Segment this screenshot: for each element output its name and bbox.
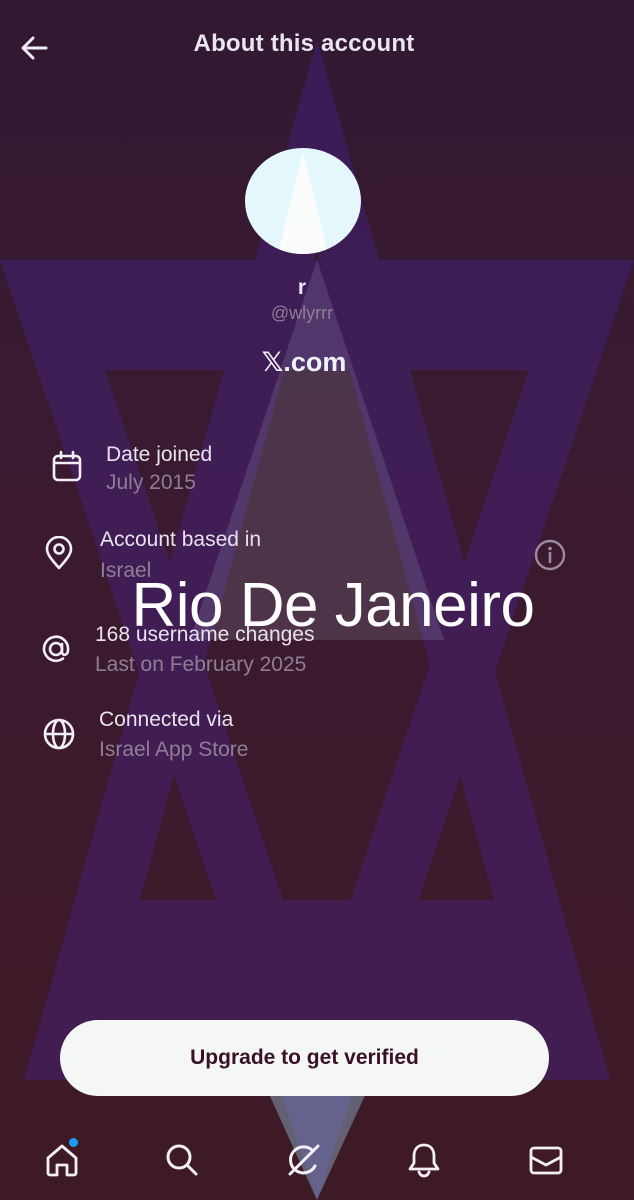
globe-icon [43, 718, 75, 750]
username-changes-value: Last on February 2025 [95, 653, 307, 676]
connected-via-label: Connected via [99, 708, 234, 731]
avatar-image [278, 152, 328, 254]
account-based-in-label: Account based in [100, 528, 262, 551]
mail-icon [529, 1146, 563, 1175]
bell-icon [408, 1143, 440, 1178]
date-joined-row: Date joined July 2015 [50, 443, 350, 507]
about-account-screen: About this account r @wlyrrr 𝕏.com Date … [0, 0, 634, 1200]
upgrade-button[interactable]: Upgrade to get verified [60, 1020, 549, 1096]
notification-dot [69, 1138, 78, 1147]
nav-search[interactable] [158, 1136, 206, 1184]
bottom-nav [0, 1120, 634, 1200]
info-circle-icon[interactable] [533, 538, 567, 572]
nav-grok[interactable] [280, 1136, 328, 1184]
page-title: About this account [193, 30, 415, 57]
header: About this account [0, 0, 634, 96]
search-icon [166, 1144, 198, 1176]
grok-icon [288, 1144, 320, 1176]
nav-notifications[interactable] [400, 1136, 448, 1184]
nav-messages[interactable] [522, 1136, 570, 1184]
avatar[interactable] [245, 148, 361, 254]
calendar-icon [52, 450, 82, 482]
connected-via-value: Israel App Store [99, 738, 249, 761]
display-name: r [297, 276, 307, 299]
connected-via-row: Connected via Israel App Store [42, 708, 342, 772]
location-pin-icon [45, 536, 73, 570]
user-handle: @wlyrrr [270, 303, 334, 323]
date-joined-value: July 2015 [106, 471, 196, 494]
overlay-text: Rio De Janeiro [131, 571, 535, 640]
date-joined-label: Date joined [106, 443, 213, 466]
site-label: 𝕏.com [261, 347, 347, 377]
nav-home[interactable] [38, 1136, 86, 1184]
